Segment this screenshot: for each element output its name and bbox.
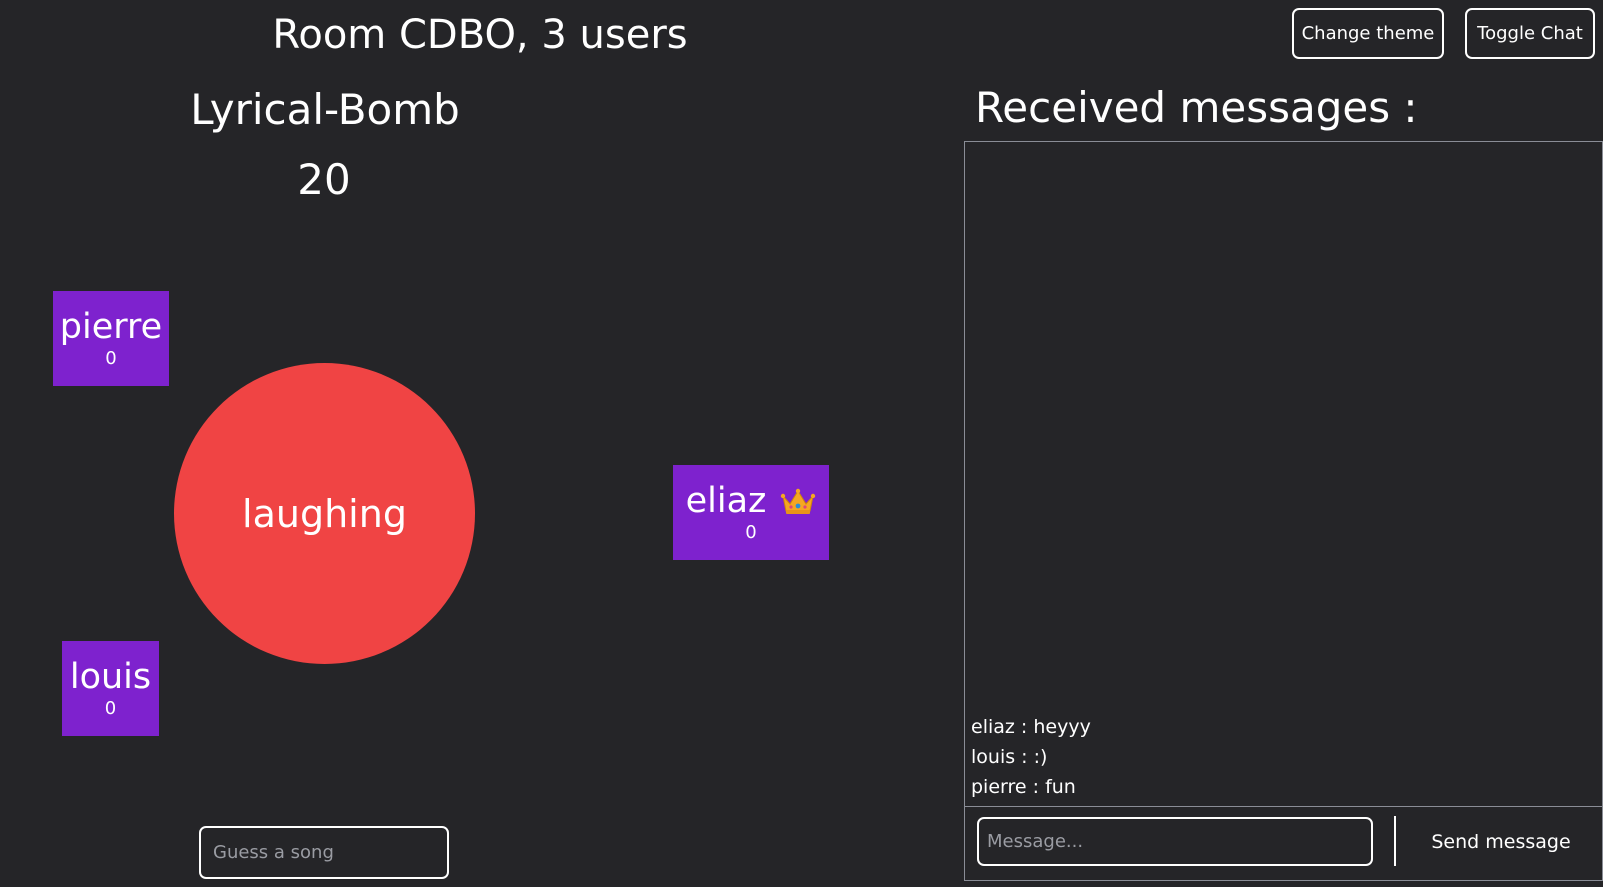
player-card-pierre: pierre 0 (53, 291, 169, 386)
player-name: louis (69, 656, 152, 697)
crown-icon (780, 486, 816, 516)
bomb-circle: laughing (174, 363, 475, 664)
change-theme-button[interactable]: Change theme (1292, 8, 1444, 59)
chat-messages-panel[interactable]: eliaz : heyyy louis : :) pierre : fun (964, 141, 1603, 807)
player-score: 0 (105, 347, 117, 369)
player-score: 0 (104, 697, 117, 719)
player-name: eliaz (685, 480, 767, 521)
chat-message: eliaz : heyyy (971, 716, 1091, 738)
send-message-button[interactable]: Send message (1406, 817, 1596, 866)
player-name: pierre (59, 306, 163, 347)
chat-message: louis : :) (971, 746, 1048, 768)
toggle-chat-button[interactable]: Toggle Chat (1465, 8, 1595, 59)
chat-input-bar: Send message (964, 806, 1603, 881)
player-score: 0 (745, 521, 757, 543)
message-list: eliaz : heyyy louis : :) pierre : fun (971, 712, 1596, 802)
game-page: Room CDBO, 3 users Change theme Toggle C… (0, 0, 1603, 887)
divider (1394, 816, 1396, 866)
game-title: Lyrical-Bomb (190, 85, 460, 134)
chat-title: Received messages : (975, 83, 1418, 132)
message-input[interactable] (977, 817, 1373, 866)
countdown-timer: 20 (297, 155, 351, 204)
guess-song-input[interactable] (199, 826, 449, 879)
chat-message: pierre : fun (971, 776, 1076, 798)
room-title: Room CDBO, 3 users (272, 12, 688, 58)
player-card-louis: louis 0 (62, 641, 159, 736)
prompt-word: laughing (242, 491, 407, 536)
player-card-eliaz: eliaz 0 (673, 465, 829, 560)
